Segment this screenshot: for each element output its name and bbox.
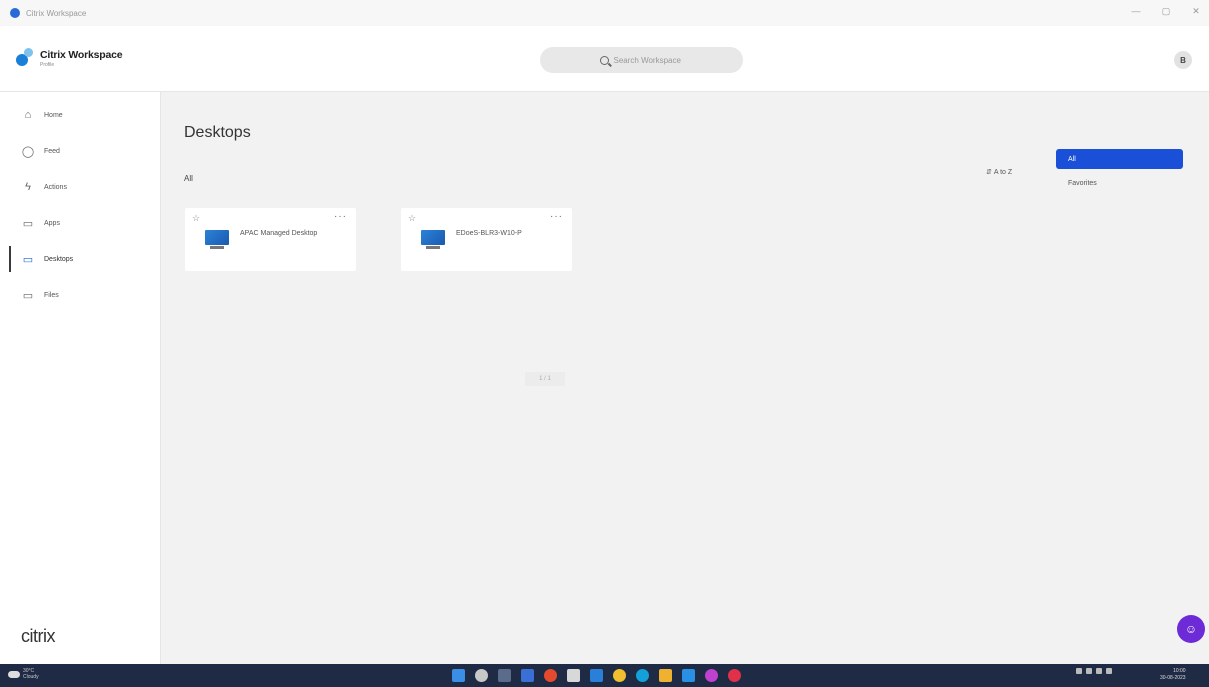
app-header: Citrix Workspace Profile B	[0, 26, 1209, 92]
sidebar-item-apps[interactable]: ▭ Apps	[0, 208, 161, 238]
desktop-name: APAC Managed Desktop	[240, 230, 318, 237]
desktop-icon: ▭	[22, 253, 34, 266]
home-icon: ⌂	[24, 109, 32, 121]
more-options-icon[interactable]: ···	[334, 211, 347, 222]
network-icon[interactable]	[1086, 668, 1092, 674]
logo-subtitle: Profile	[40, 61, 55, 68]
volume-icon[interactable]	[1096, 668, 1102, 674]
citrix-app-icon	[10, 8, 20, 18]
sidebar-item-feed[interactable]: ◯ Feed	[0, 136, 161, 166]
file-explorer-icon[interactable]	[659, 669, 672, 682]
citrix-logo-icon	[16, 48, 36, 68]
page-title: Desktops	[184, 124, 251, 141]
app-icon[interactable]	[728, 669, 741, 682]
desktop-monitor-icon	[205, 230, 229, 250]
folder-icon: ▭	[22, 289, 34, 302]
sidebar-item-label: Actions	[44, 183, 67, 191]
sidebar-item-label: Home	[44, 111, 63, 119]
chat-icon: ☺	[1184, 622, 1198, 636]
minimize-button[interactable]: —	[1129, 6, 1143, 17]
sidebar-item-home[interactable]: ⌂ Home	[0, 100, 161, 130]
sidebar-item-files[interactable]: ▭ Files	[0, 280, 161, 310]
maximize-button[interactable]: ▢	[1159, 6, 1173, 17]
clock-date: 30-08-2023	[1160, 675, 1186, 681]
search-input[interactable]	[613, 55, 684, 65]
search-bar[interactable]	[540, 47, 743, 73]
sort-icon: ⇵	[986, 169, 992, 176]
chrome-icon[interactable]	[544, 669, 557, 682]
pagination[interactable]: 1 / 1	[525, 372, 565, 386]
browser-icon[interactable]	[613, 669, 626, 682]
favorite-star-icon[interactable]: ☆	[192, 213, 200, 224]
search-taskbar-icon[interactable]	[475, 669, 488, 682]
teams-icon[interactable]	[705, 669, 718, 682]
user-avatar[interactable]: B	[1174, 51, 1192, 69]
sidebar-item-label: Feed	[44, 147, 60, 155]
favorite-star-icon[interactable]: ☆	[408, 213, 416, 224]
taskbar-apps	[452, 669, 741, 682]
desktop-card-edoes[interactable]: ☆ ··· EDoeS-BLR3-W10-P	[401, 208, 572, 271]
battery-icon[interactable]	[1106, 668, 1112, 674]
more-options-icon[interactable]: ···	[550, 211, 563, 222]
chat-taskbar-icon[interactable]	[521, 669, 534, 682]
section-label: All	[184, 174, 193, 183]
filter-favorites-option[interactable]: Favorites	[1068, 180, 1097, 187]
tray-chevron-icon[interactable]	[1076, 668, 1082, 674]
system-clock[interactable]: 10:00 30-08-2023	[1160, 668, 1186, 682]
sidebar-item-desktops[interactable]: ▭ Desktops	[0, 244, 161, 274]
task-view-icon[interactable]	[498, 669, 511, 682]
title-bar: Citrix Workspace — ▢ ✕	[0, 0, 1209, 26]
citrix-taskbar-icon[interactable]	[682, 669, 695, 682]
sidebar-item-label: Apps	[44, 219, 60, 227]
desktop-monitor-icon	[421, 230, 445, 250]
cloud-icon	[8, 670, 20, 678]
window-title: Citrix Workspace	[26, 8, 87, 18]
close-button[interactable]: ✕	[1189, 6, 1203, 17]
sidebar-item-label: Files	[44, 291, 59, 299]
clock-time: 10:00	[1173, 668, 1186, 674]
main-content: Desktops All ⇵ A to Z All Favorites ☆ ··…	[161, 92, 1209, 664]
citrix-workspace-logo[interactable]: Citrix Workspace Profile	[16, 48, 123, 68]
bell-icon: ◯	[21, 145, 35, 158]
sidebar: ⌂ Home ◯ Feed ϟ Actions ▭ Apps ▭ Desktop…	[0, 92, 161, 664]
store-icon[interactable]	[567, 669, 580, 682]
chat-assistant-button[interactable]: ☺	[1177, 615, 1205, 643]
system-tray	[1076, 668, 1112, 674]
sidebar-item-actions[interactable]: ϟ Actions	[0, 172, 161, 202]
windows-taskbar: 30°C Cloudy 10:00 30-08-2023	[0, 664, 1209, 687]
logo-name: Citrix Workspace	[40, 48, 123, 61]
desktop-name: EDoeS-BLR3-W10-P	[456, 230, 522, 237]
bolt-icon: ϟ	[25, 181, 31, 193]
weather-widget[interactable]: 30°C Cloudy	[8, 668, 39, 680]
citrix-brand-logo: citrix	[21, 626, 56, 646]
outlook-icon[interactable]	[590, 669, 603, 682]
edge-icon[interactable]	[636, 669, 649, 682]
sort-button[interactable]: ⇵ A to Z	[986, 168, 1013, 177]
sidebar-item-label: Desktops	[44, 255, 74, 263]
sort-label: A to Z	[993, 168, 1013, 176]
start-icon[interactable]	[452, 669, 465, 682]
desktop-card-apac[interactable]: ☆ ··· APAC Managed Desktop	[185, 208, 356, 271]
filter-all-option[interactable]: All	[1056, 149, 1183, 169]
search-icon	[599, 55, 609, 65]
weather-desc: Cloudy	[23, 674, 39, 680]
window-controls: — ▢ ✕	[1129, 6, 1203, 17]
apps-icon: ▭	[22, 217, 34, 230]
